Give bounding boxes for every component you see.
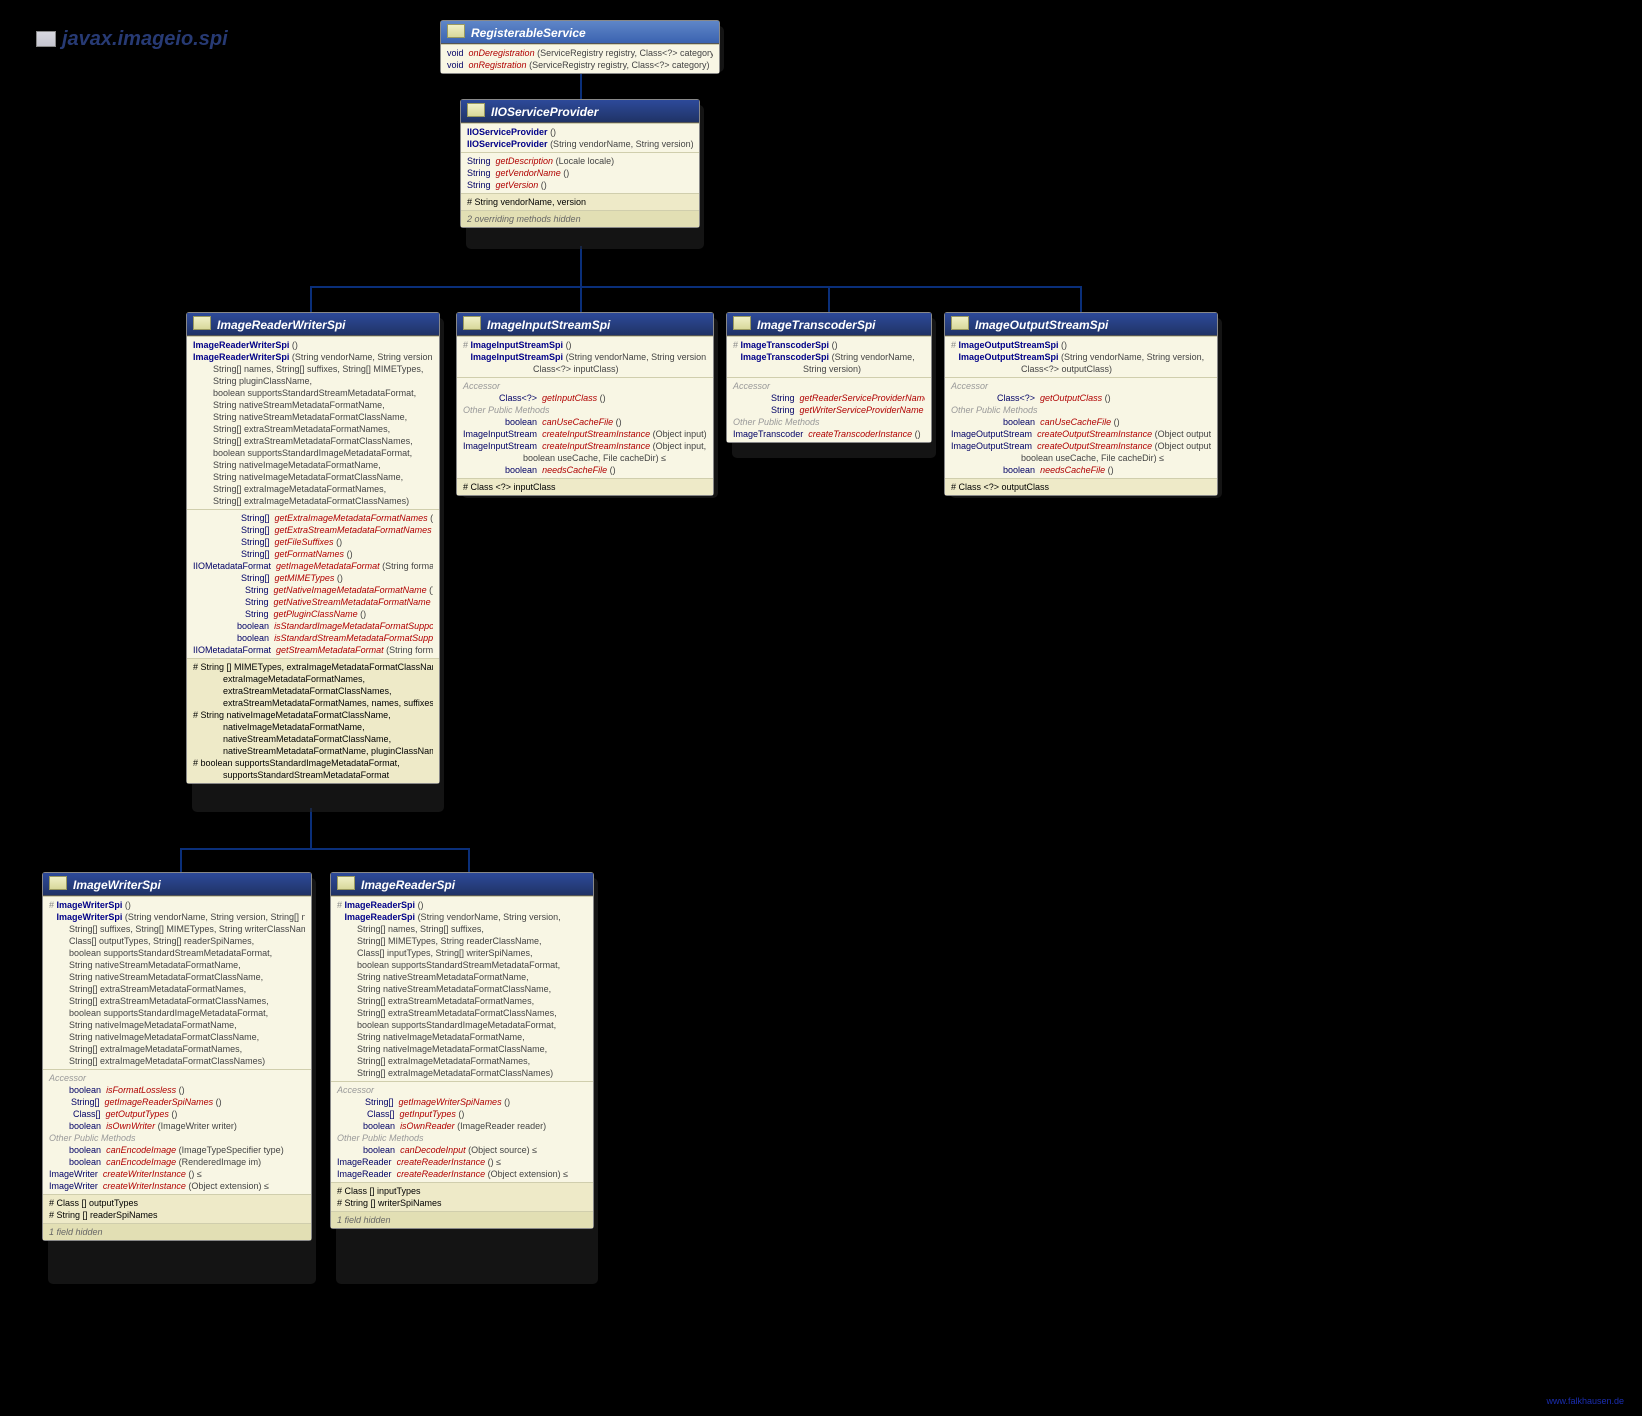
accessor: Accessor Class<?> getOutputClass () Othe… (945, 377, 1217, 478)
connector (828, 286, 830, 312)
class-name: ImageReaderWriterSpi (217, 318, 346, 332)
hidden-note: 2 overriding methods hidden (461, 210, 699, 227)
interface-icon (447, 24, 465, 38)
fields: # Class [] outputTypes # String [] reade… (43, 1194, 311, 1223)
class-title: ImageReaderWriterSpi (187, 313, 439, 336)
connector (468, 848, 470, 872)
connector (580, 286, 582, 312)
constructors: # ImageInputStreamSpi () ImageInputStrea… (457, 336, 713, 377)
class-name: ImageTranscoderSpi (757, 318, 876, 332)
package-name: javax.imageio.spi (62, 28, 228, 50)
class-name: ImageWriterSpi (73, 878, 161, 892)
connector (310, 808, 312, 848)
accessor: Accessor Class<?> getInputClass () Other… (457, 377, 713, 478)
watermark: www.falkhausen.de (1546, 1396, 1624, 1406)
class-IIOServiceProvider: IIOServiceProvider IIOServiceProvider ()… (460, 99, 700, 228)
class-ImageWriterSpi: ImageWriterSpi # ImageWriterSpi () Image… (42, 872, 312, 1241)
class-title: ImageTranscoderSpi (727, 313, 931, 336)
connector (180, 848, 470, 850)
class-ImageInputStreamSpi: ImageInputStreamSpi # ImageInputStreamSp… (456, 312, 714, 496)
class-icon (463, 316, 481, 330)
class-title: ImageInputStreamSpi (457, 313, 713, 336)
class-icon (467, 103, 485, 117)
constructors: # ImageReaderSpi () ImageReaderSpi (Stri… (331, 896, 593, 1081)
class-icon (337, 876, 355, 890)
class-icon (733, 316, 751, 330)
constructors: # ImageWriterSpi () ImageWriterSpi (Stri… (43, 896, 311, 1069)
class-ImageTranscoderSpi: ImageTranscoderSpi # ImageTranscoderSpi … (726, 312, 932, 443)
hidden-note: 1 field hidden (43, 1223, 311, 1240)
class-title: IIOServiceProvider (461, 100, 699, 123)
accessor: Accessor String getReaderServiceProvider… (727, 377, 931, 442)
fields: # String vendorName, version (461, 193, 699, 210)
class-name: IIOServiceProvider (491, 105, 598, 119)
class-icon (951, 316, 969, 330)
fields: # Class <?> outputClass (945, 478, 1217, 495)
methods: String[] getExtraImageMetadataFormatName… (187, 509, 439, 658)
connector (310, 286, 312, 312)
connector (180, 848, 182, 872)
accessor: Accessor boolean isFormatLossless () Str… (43, 1069, 311, 1194)
class-icon (49, 876, 67, 890)
class-name: RegisterableService (471, 26, 586, 40)
class-name: ImageReaderSpi (361, 878, 455, 892)
constructors: ImageReaderWriterSpi () ImageReaderWrite… (187, 336, 439, 509)
class-ImageOutputStreamSpi: ImageOutputStreamSpi # ImageOutputStream… (944, 312, 1218, 496)
hidden-note: 1 field hidden (331, 1211, 593, 1228)
class-ImageReaderSpi: ImageReaderSpi # ImageReaderSpi () Image… (330, 872, 594, 1229)
fields: # String [] MIMETypes, extraImageMetadat… (187, 658, 439, 783)
accessor: Accessor String[] getImageWriterSpiNames… (331, 1081, 593, 1182)
connector (580, 246, 582, 286)
class-title: RegisterableService (441, 21, 719, 44)
class-ImageReaderWriterSpi: ImageReaderWriterSpi ImageReaderWriterSp… (186, 312, 440, 784)
package-label: javax.imageio.spi (36, 28, 228, 51)
class-icon (193, 316, 211, 330)
fields: # Class [] inputTypes # String [] writer… (331, 1182, 593, 1211)
connector (1080, 286, 1082, 312)
constructors: # ImageOutputStreamSpi () ImageOutputStr… (945, 336, 1217, 377)
fields: # Class <?> inputClass (457, 478, 713, 495)
constructors: IIOServiceProvider () IIOServiceProvider… (461, 123, 699, 152)
class-RegisterableService: RegisterableService void onDeregistratio… (440, 20, 720, 74)
class-title: ImageWriterSpi (43, 873, 311, 896)
class-name: ImageOutputStreamSpi (975, 318, 1108, 332)
class-name: ImageInputStreamSpi (487, 318, 610, 332)
class-title: ImageOutputStreamSpi (945, 313, 1217, 336)
methods: String getDescription (Locale locale) St… (461, 152, 699, 193)
class-title: ImageReaderSpi (331, 873, 593, 896)
constructors: # ImageTranscoderSpi () ImageTranscoderS… (727, 336, 931, 377)
connector (310, 286, 1082, 288)
methods: void onDeregistration (ServiceRegistry r… (441, 44, 719, 73)
